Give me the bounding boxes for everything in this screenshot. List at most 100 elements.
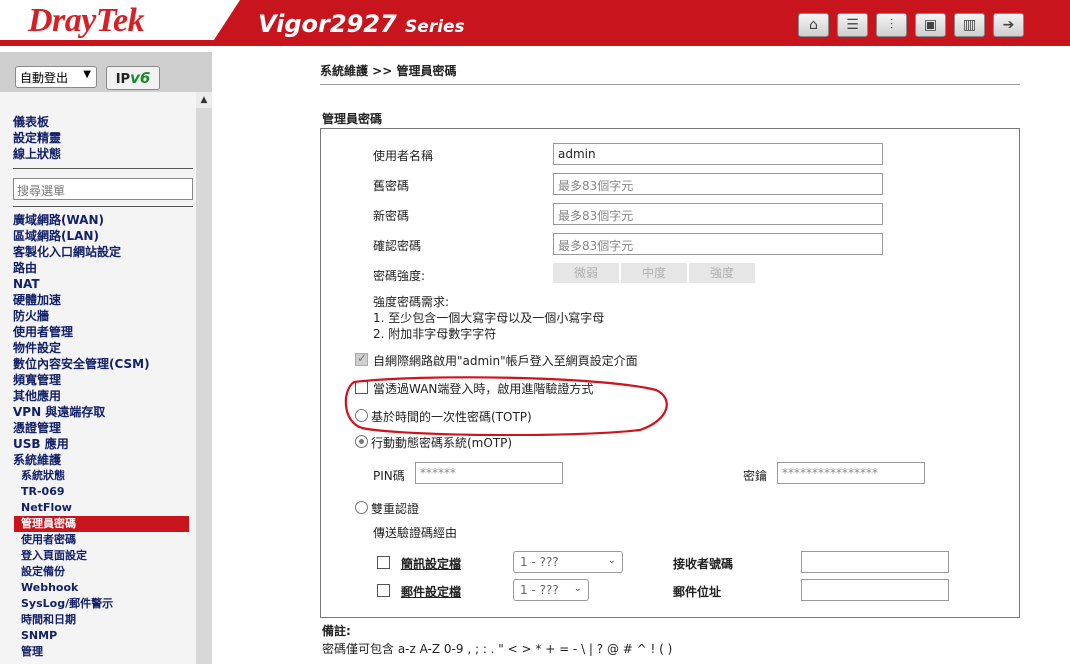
- model-name: Vigor2927: [258, 10, 397, 38]
- annotation-ellipse: [344, 376, 668, 436]
- confirm-password-field[interactable]: 最多83個字元: [553, 233, 883, 255]
- menu-bandwidth[interactable]: 頻寬管理: [13, 372, 61, 388]
- menu-routing[interactable]: 路由: [13, 260, 37, 276]
- model-series: Series: [405, 17, 465, 37]
- ipv6-v6-text: v6: [130, 69, 151, 87]
- model-title: Vigor2927 Series: [258, 10, 465, 38]
- menu-divider: [13, 168, 193, 169]
- requirement-1: 1. 至少包含一個大寫字母以及一個小寫字母: [373, 311, 605, 325]
- menu-icon[interactable]: ☰: [837, 13, 868, 37]
- wan-admin-login-checkbox[interactable]: [355, 351, 368, 366]
- submenu-snmp[interactable]: SNMP: [21, 628, 57, 644]
- username-field[interactable]: admin: [553, 143, 883, 165]
- menu-search-input[interactable]: 搜尋選單: [13, 178, 193, 200]
- sidebar-top: 自動登出 ▼ IPv6: [0, 52, 212, 92]
- mail-address-label: 郵件位址: [673, 585, 722, 599]
- notes-text: 密碼僅可包含 a-z A-Z 0-9 , ; : . " < > * + = -…: [322, 642, 673, 656]
- send-via-label: 傳送驗證碼經由: [373, 526, 458, 540]
- pin-field[interactable]: ******: [415, 462, 563, 484]
- new-password-label: 新密碼: [373, 209, 410, 223]
- menu-user-mgmt[interactable]: 使用者管理: [13, 324, 73, 340]
- dual-auth-radio[interactable]: [355, 501, 368, 514]
- menu-certificates[interactable]: 憑證管理: [13, 420, 61, 436]
- strength-label: 密碼強度:: [373, 269, 426, 283]
- menu-wizards[interactable]: 設定精靈: [13, 130, 61, 146]
- menu-vpn[interactable]: VPN 與遠端存取: [13, 404, 105, 420]
- notes-title: 備註:: [322, 624, 351, 638]
- pin-label: PIN碼: [373, 469, 405, 483]
- chevron-down-icon: ⌄: [573, 583, 582, 594]
- submenu-netflow[interactable]: NetFlow: [21, 500, 72, 516]
- username-label: 使用者名稱: [373, 149, 434, 163]
- menu-nat[interactable]: NAT: [13, 276, 40, 292]
- submenu-tr069[interactable]: TR-069: [21, 484, 65, 500]
- sms-profile-select[interactable]: 1 - ??? ⌄: [513, 551, 623, 573]
- sms-profile-value: 1 - ???: [520, 555, 559, 569]
- sms-profile-link[interactable]: 簡訊設定檔: [401, 555, 461, 572]
- menu-hotspot[interactable]: 客製化入口網站設定: [13, 244, 121, 260]
- admin-password-panel: 使用者名稱 admin 舊密碼 最多83個字元 新密碼 最多83個字元 確認密碼…: [320, 128, 1020, 618]
- submenu-syslog[interactable]: SysLog/郵件警示: [21, 596, 113, 612]
- menu-divider: [13, 206, 193, 207]
- menu-hw-accel[interactable]: 硬體加速: [13, 292, 61, 308]
- mail-profile-value: 1 - ???: [520, 583, 559, 597]
- menu-firewall[interactable]: 防火牆: [13, 308, 49, 324]
- submenu-login-page[interactable]: 登入頁面設定: [21, 548, 87, 564]
- dual-auth-label: 雙重認證: [371, 502, 420, 516]
- mail-profile-checkbox[interactable]: [377, 584, 390, 597]
- menu-panel: 儀表板 設定精靈 線上狀態 搜尋選單 廣域網路(WAN) 區域網路(LAN) 客…: [0, 92, 196, 664]
- new-password-field[interactable]: 最多83個字元: [553, 203, 883, 225]
- main-content: 系統維護 >> 管理員密碼 管理員密碼 使用者名稱 admin 舊密碼 最多83…: [212, 52, 1070, 664]
- section-title: 管理員密碼: [322, 112, 383, 126]
- old-password-field[interactable]: 最多83個字元: [553, 173, 883, 195]
- sms-profile-checkbox[interactable]: [377, 556, 390, 569]
- menu-objects[interactable]: 物件設定: [13, 340, 61, 356]
- auto-logout-select[interactable]: 自動登出 ▼: [15, 66, 97, 88]
- strength-strong: 強度: [689, 263, 755, 283]
- submenu-user-password[interactable]: 使用者密碼: [21, 532, 76, 548]
- chevron-down-icon: ⌄: [607, 555, 616, 566]
- sidebar-scrollbar[interactable]: ▲: [196, 92, 212, 664]
- submenu-config-backup[interactable]: 設定備份: [21, 564, 65, 580]
- toolbar: ⌂ ☰ ⫶ ▣ ▥ ➔: [798, 13, 1024, 37]
- mail-profile-select[interactable]: 1 - ??? ⌄: [513, 579, 589, 601]
- submenu-management[interactable]: 管理: [21, 644, 43, 660]
- sidebar: 自動登出 ▼ IPv6 儀表板 設定精靈 線上狀態 搜尋選單 廣域網路(WAN)…: [0, 52, 212, 664]
- old-password-label: 舊密碼: [373, 179, 410, 193]
- logout-icon[interactable]: ➔: [993, 13, 1024, 37]
- motp-label: 行動動態密碼系統(mOTP): [371, 436, 513, 450]
- submenu-webhook[interactable]: Webhook: [21, 580, 78, 596]
- menu-system-maintenance[interactable]: 系統維護: [13, 452, 61, 468]
- book-icon[interactable]: ▥: [954, 13, 985, 37]
- submenu-time-date[interactable]: 時間和日期: [21, 612, 76, 628]
- home-icon[interactable]: ⌂: [798, 13, 829, 37]
- breadcrumb-divider: [320, 84, 1020, 85]
- menu-wan[interactable]: 廣域網路(WAN): [13, 212, 104, 228]
- ipv6-ip-text: IP: [115, 72, 131, 87]
- mail-profile-link[interactable]: 郵件設定檔: [401, 583, 461, 600]
- sliders-icon[interactable]: ⫶: [876, 13, 907, 37]
- header-red-base: [0, 40, 1070, 46]
- mail-address-field[interactable]: [801, 579, 949, 601]
- save-icon[interactable]: ▣: [915, 13, 946, 37]
- scroll-up-icon[interactable]: ▲: [196, 92, 212, 108]
- motp-radio[interactable]: [355, 435, 368, 448]
- requirement-2: 2. 附加非字母數字字符: [373, 327, 497, 341]
- ipv6-button[interactable]: IPv6: [106, 66, 160, 90]
- header: DrayTek Vigor2927 Series ⌂ ☰ ⫶ ▣ ▥ ➔: [0, 0, 1070, 52]
- menu-usb[interactable]: USB 應用: [13, 436, 69, 452]
- recipient-field[interactable]: [801, 551, 949, 573]
- key-field[interactable]: ****************: [777, 462, 925, 484]
- menu-dashboard[interactable]: 儀表板: [13, 114, 49, 130]
- menu-lan[interactable]: 區域網路(LAN): [13, 228, 99, 244]
- menu-csm[interactable]: 數位內容安全管理(CSM): [13, 356, 150, 372]
- draytek-logo[interactable]: DrayTek: [28, 2, 145, 40]
- recipient-label: 接收者號碼: [673, 557, 734, 571]
- requirements-title: 強度密碼需求:: [373, 295, 450, 309]
- submenu-admin-password[interactable]: 管理員密碼: [14, 516, 189, 532]
- auto-logout-value: 自動登出: [20, 71, 69, 85]
- menu-online-status[interactable]: 線上狀態: [13, 146, 61, 162]
- menu-applications[interactable]: 其他應用: [13, 388, 61, 404]
- strength-weak: 微弱: [553, 263, 619, 283]
- submenu-system-status[interactable]: 系統狀態: [21, 468, 65, 484]
